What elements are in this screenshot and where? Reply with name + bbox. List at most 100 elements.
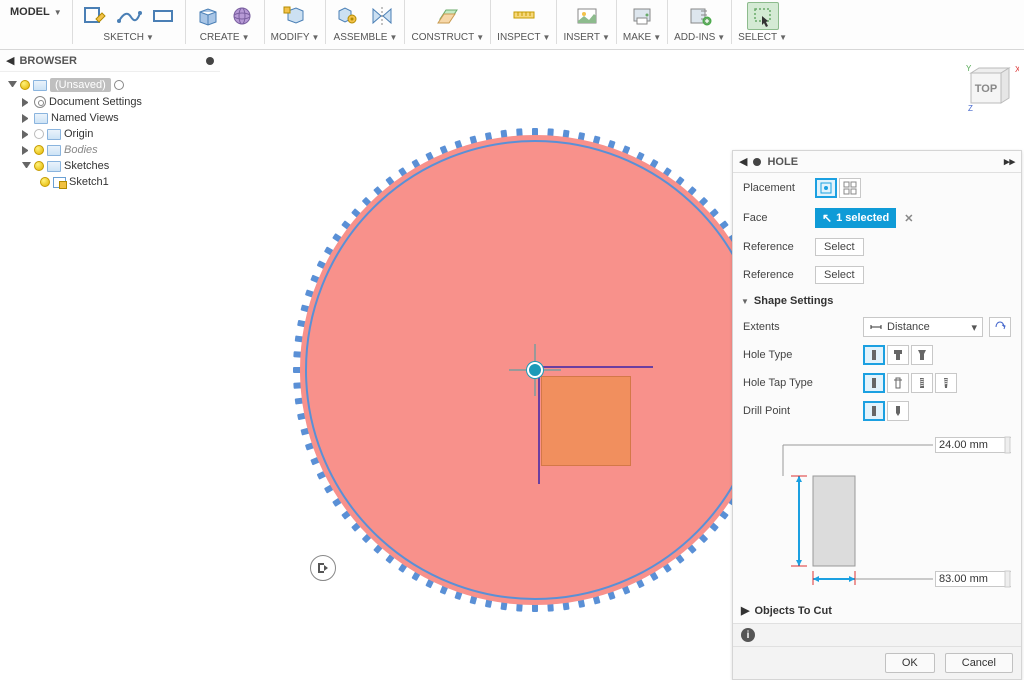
chevron-right-icon[interactable] xyxy=(22,130,31,139)
drill-angle-icon[interactable] xyxy=(887,401,909,421)
modify-dropdown[interactable]: MODIFY▼ xyxy=(271,30,320,45)
folder-icon xyxy=(47,161,61,172)
placement-single-icon[interactable] xyxy=(815,178,837,198)
tap-tapped-icon[interactable] xyxy=(911,373,933,393)
drill-point-label: Drill Point xyxy=(743,405,863,417)
print-icon[interactable] xyxy=(626,2,658,30)
reference1-select[interactable]: Select xyxy=(815,238,864,256)
ok-button[interactable]: OK xyxy=(885,653,935,673)
tree-sketches[interactable]: Sketches xyxy=(4,158,218,174)
toolbar: MODEL ▼ SKETCH▼ CREATE▼ MODIFY▼ ASSEMBLE… xyxy=(0,0,1024,50)
extents-label: Extents xyxy=(743,321,863,333)
face-selection-chip[interactable]: ↖ 1 selected xyxy=(815,208,896,228)
chevron-down-icon[interactable] xyxy=(8,81,17,90)
group-sketch: SKETCH▼ xyxy=(75,0,183,45)
collapse-icon[interactable]: ◀ xyxy=(6,54,14,67)
mirror-icon[interactable] xyxy=(366,2,398,30)
hole-tap-label: Hole Tap Type xyxy=(743,377,863,389)
shape-settings-header[interactable]: ▼ Shape Settings xyxy=(733,289,1021,313)
chevron-right-icon[interactable] xyxy=(22,98,31,107)
tap-none-icon[interactable] xyxy=(863,373,885,393)
make-dropdown[interactable]: MAKE▼ xyxy=(623,30,661,45)
plane-icon[interactable] xyxy=(432,2,464,30)
panel-header[interactable]: ◀ HOLE ▸▸ xyxy=(733,151,1021,173)
sketch-icon xyxy=(53,177,66,188)
joint-icon[interactable] xyxy=(332,2,364,30)
new-sketch-icon[interactable] xyxy=(79,2,111,30)
chevron-down-icon: ▼ xyxy=(54,8,62,17)
rectangle-icon[interactable] xyxy=(147,2,179,30)
implied-selection-icon[interactable] xyxy=(310,555,336,581)
tap-taper-icon[interactable] xyxy=(935,373,957,393)
bulb-off-icon[interactable] xyxy=(34,129,44,139)
model-label: MODEL xyxy=(10,6,50,18)
box-icon[interactable] xyxy=(192,2,224,30)
chevron-down-icon[interactable] xyxy=(22,162,31,171)
gear-body[interactable] xyxy=(300,135,770,605)
hole-panel: ◀ HOLE ▸▸ Placement Face ↖ 1 selected ✕ … xyxy=(732,150,1022,680)
svg-text:X: X xyxy=(1015,65,1019,74)
placement-sketch-icon[interactable] xyxy=(839,178,861,198)
addins-dropdown[interactable]: ADD-INS▼ xyxy=(674,30,725,45)
cursor-icon: ↖ xyxy=(822,211,832,225)
model-dropdown[interactable]: MODEL ▼ xyxy=(2,0,70,24)
chevron-right-icon: ▶ xyxy=(741,604,749,617)
svg-text:Y: Y xyxy=(966,65,972,73)
sketch-dropdown[interactable]: SKETCH▼ xyxy=(103,30,153,45)
reference2-select[interactable]: Select xyxy=(815,266,864,284)
modify-icon[interactable] xyxy=(279,2,311,30)
select-icon[interactable] xyxy=(747,2,779,30)
tree-sketch1[interactable]: Sketch1 xyxy=(4,174,218,190)
tree-doc-settings[interactable]: Document Settings xyxy=(4,94,218,110)
bulb-icon[interactable] xyxy=(20,80,30,90)
bulb-icon[interactable] xyxy=(40,177,50,187)
activate-radio[interactable] xyxy=(114,80,124,90)
drill-flat-icon[interactable] xyxy=(863,401,885,421)
browser-header[interactable]: ◀ BROWSER xyxy=(0,50,220,72)
depth-input[interactable] xyxy=(935,571,1011,587)
folder-icon xyxy=(47,129,61,140)
create-dropdown[interactable]: CREATE▼ xyxy=(200,30,250,45)
browser-options-icon[interactable] xyxy=(206,57,214,65)
group-insert: INSERT▼ xyxy=(559,0,613,45)
diameter-input[interactable] xyxy=(935,437,1011,453)
flip-icon[interactable] xyxy=(989,317,1011,337)
tree-bodies[interactable]: Bodies xyxy=(4,142,218,158)
svg-text:Z: Z xyxy=(968,104,973,113)
chevron-right-icon[interactable] xyxy=(22,146,31,155)
sketch-rectangle[interactable] xyxy=(541,376,631,466)
measure-icon[interactable] xyxy=(508,2,540,30)
placement-label: Placement xyxy=(743,182,815,194)
bulb-icon[interactable] xyxy=(34,161,44,171)
hole-type-counterbore-icon[interactable] xyxy=(887,345,909,365)
select-dropdown[interactable]: SELECT▼ xyxy=(738,30,787,45)
hole-type-label: Hole Type xyxy=(743,349,863,361)
assemble-dropdown[interactable]: ASSEMBLE▼ xyxy=(334,30,398,45)
insert-dropdown[interactable]: INSERT▼ xyxy=(563,30,609,45)
extents-dropdown[interactable]: Distance ▾ xyxy=(863,317,983,337)
gear-icon xyxy=(34,96,46,108)
objects-to-cut-header[interactable]: ▶ Objects To Cut xyxy=(733,598,1021,623)
inspect-dropdown[interactable]: INSPECT▼ xyxy=(497,30,550,45)
construct-dropdown[interactable]: CONSTRUCT▼ xyxy=(411,30,484,45)
tree-origin[interactable]: Origin xyxy=(4,126,218,142)
hole-type-simple-icon[interactable] xyxy=(863,345,885,365)
group-inspect: INSPECT▼ xyxy=(493,0,554,45)
clear-selection-icon[interactable]: ✕ xyxy=(904,212,913,225)
hole-placement-point[interactable] xyxy=(527,362,543,378)
decal-icon[interactable] xyxy=(571,2,603,30)
bulb-icon[interactable] xyxy=(34,145,44,155)
addin-icon[interactable] xyxy=(684,2,716,30)
cancel-button[interactable]: Cancel xyxy=(945,653,1013,673)
viewcube[interactable]: TOP X Y Z xyxy=(961,65,1019,113)
spline-icon[interactable] xyxy=(113,2,145,30)
tap-clearance-icon[interactable] xyxy=(887,373,909,393)
face-label: Face xyxy=(743,212,815,224)
collapse-icon[interactable]: ◀ xyxy=(739,155,747,168)
chevron-right-icon[interactable] xyxy=(22,114,31,123)
hole-type-countersink-icon[interactable] xyxy=(911,345,933,365)
pin-icon[interactable]: ▸▸ xyxy=(1004,155,1015,168)
tree-named-views[interactable]: Named Views xyxy=(4,110,218,126)
tree-root[interactable]: (Unsaved) xyxy=(4,76,218,94)
sphere-icon[interactable] xyxy=(226,2,258,30)
